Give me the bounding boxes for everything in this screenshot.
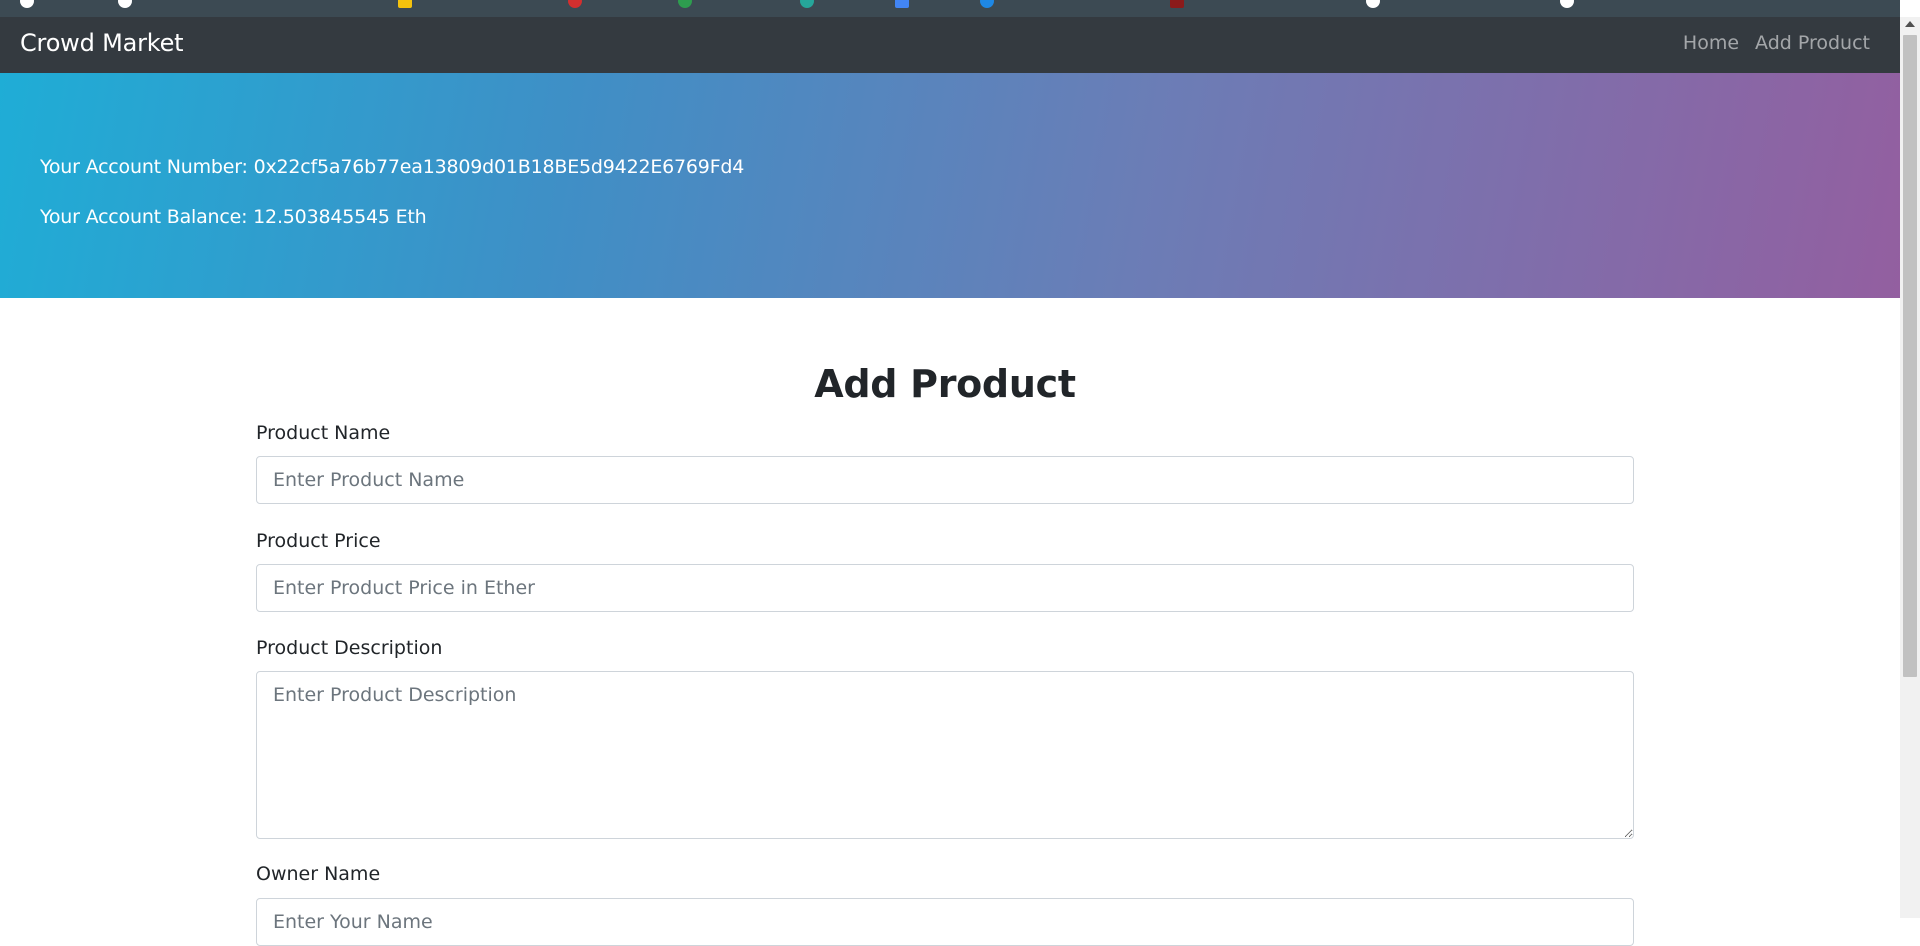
account-balance: Your Account Balance: 12.503845545 Eth	[40, 206, 427, 228]
bookmark-icon[interactable]	[1170, 0, 1184, 8]
nav-links: Home Add Product	[1683, 27, 1870, 59]
nav-link-add-product[interactable]: Add Product	[1755, 27, 1870, 59]
bookmark-icon[interactable]	[1560, 0, 1574, 8]
bookmark-icon[interactable]	[800, 0, 814, 8]
account-number: Your Account Number: 0x22cf5a76b77ea1380…	[40, 156, 745, 178]
owner-name-input[interactable]	[256, 898, 1634, 946]
scroll-up-arrow-icon[interactable]	[1905, 21, 1915, 27]
vertical-scrollbar[interactable]	[1900, 17, 1920, 918]
page-title: Add Product	[814, 362, 1076, 406]
brand-link[interactable]: Crowd Market	[20, 26, 184, 60]
bookmark-icon[interactable]	[895, 0, 909, 8]
navbar: Crowd Market Home Add Product	[0, 17, 1900, 73]
bookmark-icon[interactable]	[118, 0, 132, 8]
owner-name-label: Owner Name	[256, 863, 381, 885]
bookmark-icon[interactable]	[980, 0, 994, 8]
product-price-label: Product Price	[256, 530, 381, 552]
bookmark-icon[interactable]	[678, 0, 692, 8]
product-name-label: Product Name	[256, 422, 391, 444]
scroll-thumb[interactable]	[1903, 35, 1917, 677]
bookmark-icon[interactable]	[1366, 0, 1380, 8]
bookmark-icon[interactable]	[568, 0, 582, 8]
product-name-input[interactable]	[256, 456, 1634, 504]
product-description-label: Product Description	[256, 637, 443, 659]
bookmark-icon[interactable]	[20, 0, 34, 8]
product-price-input[interactable]	[256, 564, 1634, 612]
nav-link-home[interactable]: Home	[1683, 27, 1739, 59]
product-description-textarea[interactable]	[256, 671, 1634, 839]
account-banner: Your Account Number: 0x22cf5a76b77ea1380…	[0, 73, 1900, 298]
bookmarks-bar	[0, 0, 1900, 17]
bookmark-icon[interactable]	[398, 0, 412, 8]
